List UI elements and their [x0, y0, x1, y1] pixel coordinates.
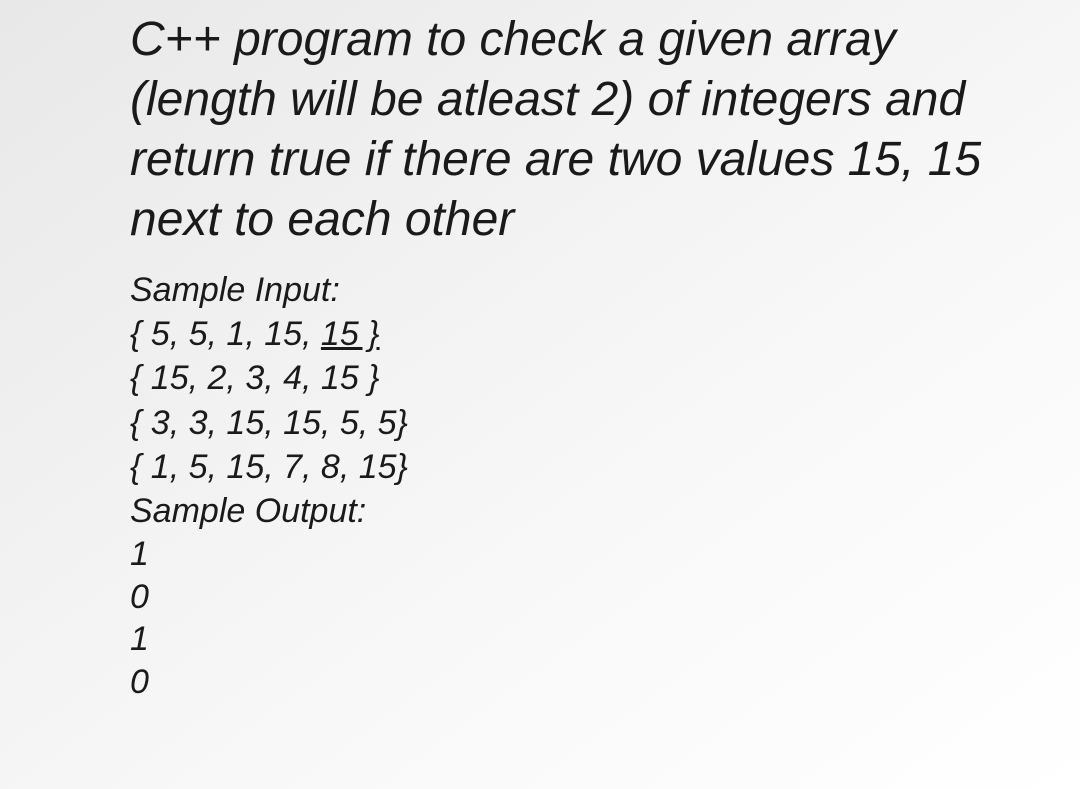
input-text: { 1, 5, 15, 7, 8, 15}: [130, 448, 408, 486]
sample-output-line: 0: [130, 576, 1050, 619]
input-text: { 15, 2, 3, 4, 15 }: [130, 359, 380, 397]
sample-input-label: Sample Input:: [130, 268, 1050, 312]
sample-input-line: { 1, 5, 15, 7, 8, 15}: [130, 445, 1050, 489]
sample-output-line: 1: [130, 618, 1050, 661]
sample-output-line: 0: [130, 661, 1050, 704]
sample-input-line: { 5, 5, 1, 15, 15 }: [130, 312, 1050, 356]
sample-input-line: { 15, 2, 3, 4, 15 }: [130, 356, 1050, 400]
input-text: { 3, 3, 15, 15, 5, 5}: [130, 404, 408, 442]
sample-output-label: Sample Output:: [130, 489, 1050, 533]
sample-input-line: { 3, 3, 15, 15, 5, 5}: [130, 401, 1050, 445]
input-underlined: 15 }: [321, 315, 380, 353]
input-text: { 5, 5, 1, 15,: [130, 315, 321, 353]
sample-output-line: 1: [130, 533, 1050, 576]
problem-title: C++ program to check a given array (leng…: [130, 10, 1050, 250]
